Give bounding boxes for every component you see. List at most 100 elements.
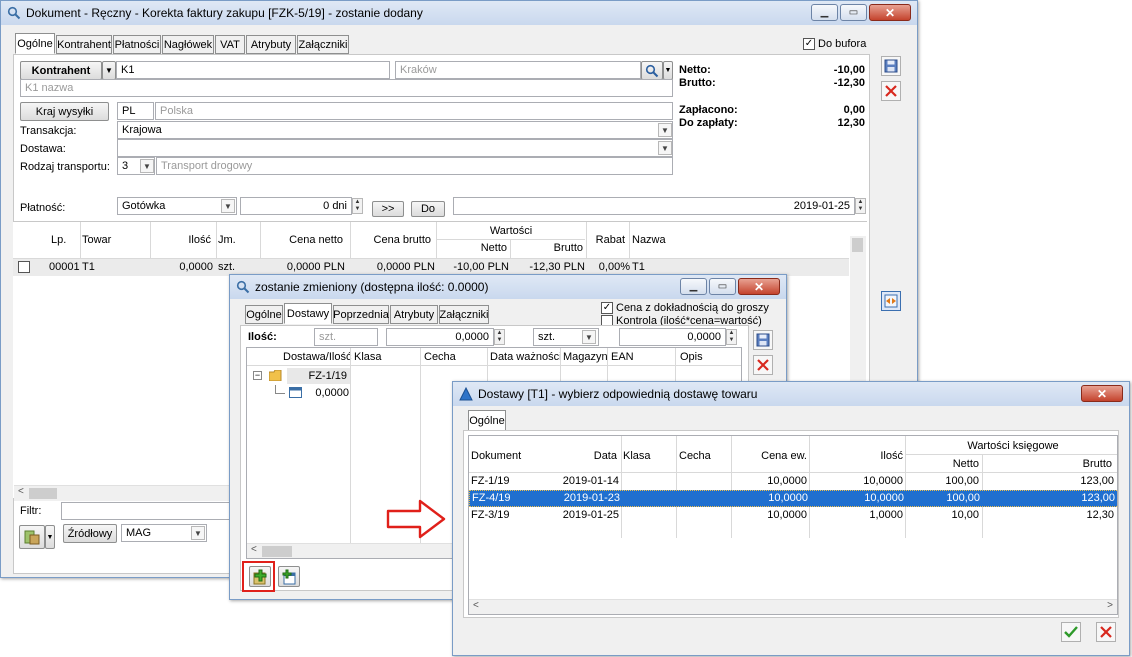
kraj-wysylki-button[interactable]: Kraj wysyłki [20,102,109,121]
tab-ogolne[interactable]: Ogólne [468,410,506,431]
col-cecha[interactable]: Cecha [679,450,711,462]
horizontal-scrollbar[interactable]: < [14,485,236,501]
tab-dostawy[interactable]: Dostawy [284,303,332,324]
close-button[interactable]: ✕ [738,278,780,295]
maximize-button[interactable]: ▭ [709,278,736,295]
rodzaj-name-field[interactable]: Transport drogowy [156,157,673,175]
chevron-down-icon[interactable]: ▼ [582,330,596,344]
ilosc-field[interactable]: 0,0000 [386,328,494,346]
col-brutto[interactable]: Brutto [984,458,1112,470]
col-data[interactable]: Data [559,450,617,462]
col-cena-ew[interactable]: Cena ew. [733,450,807,462]
search-button[interactable] [641,61,663,80]
add-delivery-alt-button[interactable] [278,566,300,587]
cancel-button[interactable] [881,81,901,101]
col-cena-netto[interactable]: Cena netto [261,234,343,246]
row-checkbox[interactable] [18,261,30,273]
kontrahent-name-field[interactable]: K1 nazwa [20,79,673,97]
col-ean[interactable]: EAN [611,351,634,363]
col-klasa[interactable]: Klasa [623,450,651,462]
col-data-waznosci[interactable]: Data ważności [490,351,562,363]
tab-atrybuty[interactable]: Atrybuty [246,35,296,54]
tab-atrybuty[interactable]: Atrybuty [390,305,438,324]
table-row-selected[interactable]: FZ-4/19 2019-01-23 10,0000 10,0000 100,0… [469,490,1117,507]
col-brutto[interactable]: Brutto [511,242,583,254]
collapse-icon[interactable]: − [253,371,262,380]
search-dropdown-button[interactable]: ▼ [663,61,673,80]
col-netto[interactable]: Netto [437,242,507,254]
close-button[interactable]: ✕ [1081,385,1123,402]
tab-kontrahent[interactable]: Kontrahent [56,35,112,54]
do-bufora-checkbox[interactable]: ✓ [803,38,815,50]
chevron-down-icon[interactable]: ▼ [140,159,154,173]
cancel-button[interactable] [753,355,773,375]
tab-poprzednia[interactable]: Poprzednia [333,305,389,324]
save-button[interactable] [881,56,901,76]
horizontal-scrollbar[interactable]: < > [469,599,1117,614]
add-delivery-button[interactable] [249,566,271,587]
tab-naglowek[interactable]: Nagłówek [162,35,214,54]
tab-ogolne[interactable]: Ogólne [245,305,283,324]
col-dokument[interactable]: Dokument [471,450,521,462]
zaplacono-value: 0,00 [843,104,865,116]
dni-spinner[interactable]: ▲ ▼ [352,198,363,214]
col-magazyn[interactable]: Magazyn [563,351,608,363]
col-opis[interactable]: Opis [680,351,703,363]
chevron-down-icon[interactable]: ▼ [658,141,672,155]
cena-dokladnosc-checkbox[interactable]: ✓ [601,302,613,314]
kontrahent-city-field[interactable]: Kraków [395,61,641,79]
do-button[interactable]: Do [411,201,445,217]
col-rabat[interactable]: Rabat [588,234,625,246]
dni-field[interactable]: 0 dni [240,197,352,215]
platnosc-select[interactable]: Gotówka [117,197,237,215]
table-row[interactable]: FZ-3/19 2019-01-25 10,0000 1,0000 10,00 … [469,507,1117,524]
kraj-code-field[interactable]: PL [117,102,154,120]
ilosc-unit-field[interactable]: szt. [314,328,378,346]
table-row[interactable]: FZ-1/19 2019-01-14 10,0000 10,0000 100,0… [469,473,1117,490]
chevron-down-icon[interactable]: ▼ [658,123,672,137]
zrodlowy-button[interactable]: Źródłowy [63,524,117,543]
add-window-icon [282,569,296,584]
date-field[interactable]: 2019-01-25 [453,197,855,215]
tab-vat[interactable]: VAT [215,35,245,54]
col-cecha[interactable]: Cecha [424,351,456,363]
maximize-button[interactable]: ▭ [840,4,867,21]
col-ilosc[interactable]: Ilość [151,234,211,246]
dostawa-select[interactable] [117,139,673,157]
kontrahent-button[interactable]: Kontrahent [20,61,102,80]
add-item-dropdown[interactable]: ▼ [45,525,55,549]
minimize-button[interactable]: ▁ [811,4,838,21]
minimize-button[interactable]: ▁ [680,278,707,295]
col-dostawa[interactable]: Dostawa/Ilość [283,351,351,363]
col-nazwa[interactable]: Nazwa [632,234,666,246]
kontrahent-code-field[interactable]: K1 [116,61,390,79]
forward-button[interactable]: >> [372,201,404,217]
close-button[interactable]: ✕ [869,4,911,21]
chevron-down-icon[interactable]: ▼ [191,526,205,540]
kraj-name-field[interactable]: Polska [155,102,673,120]
col-klasa[interactable]: Klasa [354,351,382,363]
value-field[interactable]: 0,0000 [619,328,726,346]
tab-platnosci[interactable]: Płatności [113,35,161,54]
merge-button[interactable] [881,291,901,311]
filtr-input[interactable] [61,502,237,520]
tab-zalaczniki[interactable]: Załączniki [297,35,349,54]
col-ilosc[interactable]: Ilość [811,450,903,462]
cancel-button[interactable] [1096,622,1116,642]
col-netto[interactable]: Netto [907,458,979,470]
tab-ogolne[interactable]: Ogólne [15,33,55,54]
date-spinner[interactable]: ▲ ▼ [855,198,866,214]
transakcja-select[interactable]: Krajowa [117,121,673,139]
col-jm[interactable]: Jm. [218,234,236,246]
tab-zalaczniki[interactable]: Załączniki [439,305,489,324]
save-button[interactable] [753,330,773,350]
ilosc-spinner[interactable]: ▲ ▼ [494,329,505,345]
col-towar[interactable]: Towar [82,234,111,246]
kontrahent-dropdown-button[interactable]: ▼ [102,61,116,80]
confirm-button[interactable] [1061,622,1081,642]
value-spinner[interactable]: ▲ ▼ [726,329,737,345]
col-cena-brutto[interactable]: Cena brutto [351,234,431,246]
col-lp[interactable]: Lp. [51,234,66,246]
add-item-button[interactable] [19,525,45,549]
chevron-down-icon[interactable]: ▼ [221,199,235,213]
